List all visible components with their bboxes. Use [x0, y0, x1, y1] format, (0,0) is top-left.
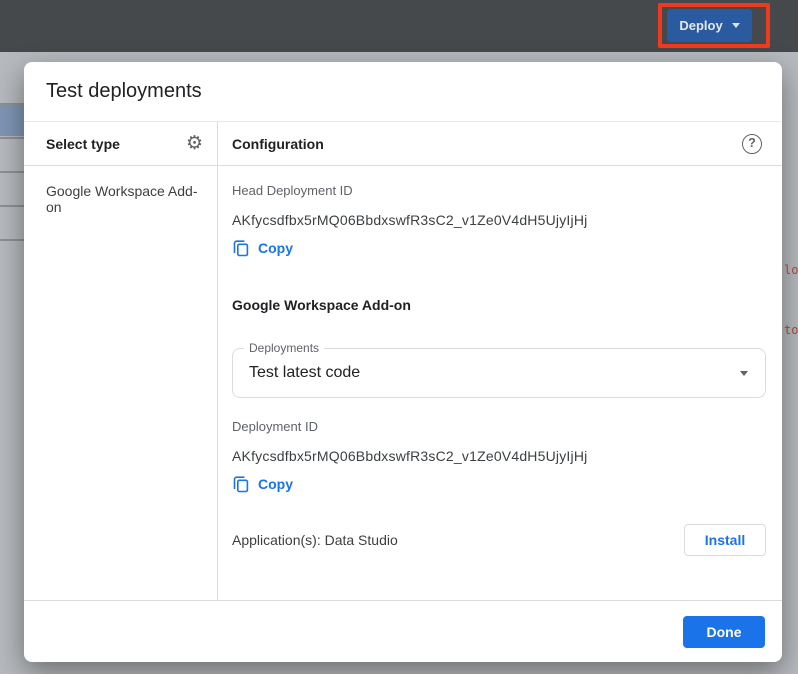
help-icon[interactable]: ?	[742, 134, 762, 154]
deploy-button[interactable]: Deploy	[667, 9, 752, 42]
divider-line	[0, 205, 24, 207]
configuration-panel: Head Deployment ID AKfycsdfbx5rMQ06Bbdxs…	[232, 166, 766, 600]
screen: Deploy lo to Test deployments Select typ…	[0, 0, 798, 674]
head-deployment-id-value: AKfycsdfbx5rMQ06BbdxswfR3sC2_v1Ze0V4dH5U…	[232, 212, 587, 228]
deployments-select-value: Test latest code	[249, 364, 360, 382]
select-type-header: Select type	[46, 136, 120, 152]
chevron-down-icon	[732, 23, 740, 28]
test-deployments-dialog: Test deployments Select type ⚙ Configura…	[24, 62, 782, 662]
dialog-body: Google Workspace Add-on Head Deployment …	[24, 166, 782, 600]
dialog-subheader: Select type ⚙ Configuration ?	[24, 122, 782, 166]
addon-section-heading: Google Workspace Add-on	[232, 297, 411, 313]
head-deployment-id-label: Head Deployment ID	[232, 183, 353, 198]
divider-line	[0, 171, 24, 173]
dialog-title: Test deployments	[46, 80, 202, 103]
deployment-id-label: Deployment ID	[232, 419, 318, 434]
occluded-selected-row	[0, 105, 24, 136]
deployment-type-list: Google Workspace Add-on	[24, 166, 218, 600]
dialog-header: Test deployments	[24, 62, 782, 122]
code-fragment: lo	[784, 263, 798, 277]
select-type-panel-header: Select type ⚙	[24, 122, 218, 165]
applications-text: Application(s): Data Studio	[232, 532, 398, 548]
configuration-panel-header: Configuration ?	[218, 122, 782, 165]
deployment-id-value: AKfycsdfbx5rMQ06BbdxswfR3sC2_v1Ze0V4dH5U…	[232, 448, 587, 464]
copy-deployment-id-button[interactable]: Copy	[232, 474, 293, 494]
applications-row: Application(s): Data Studio Install	[232, 524, 766, 556]
deploy-button-label: Deploy	[679, 18, 722, 33]
dropdown-arrow-icon	[740, 371, 748, 376]
copy-label: Copy	[258, 476, 293, 492]
deployments-select[interactable]: Deployments Test latest code	[232, 348, 766, 398]
code-fragment: to	[784, 323, 798, 337]
divider-line	[0, 239, 24, 241]
divider-line	[0, 137, 24, 139]
deployments-select-label: Deployments	[244, 341, 324, 355]
done-button[interactable]: Done	[683, 616, 765, 648]
question-mark: ?	[748, 137, 756, 150]
install-button[interactable]: Install	[684, 524, 766, 556]
copy-label: Copy	[258, 240, 293, 256]
copy-icon	[232, 475, 250, 493]
gear-icon[interactable]: ⚙	[186, 134, 203, 153]
copy-head-id-button[interactable]: Copy	[232, 238, 293, 258]
copy-icon	[232, 239, 250, 257]
deployment-type-item[interactable]: Google Workspace Add-on	[46, 183, 207, 215]
configuration-header: Configuration	[232, 136, 324, 152]
dialog-footer: Done	[24, 600, 782, 662]
